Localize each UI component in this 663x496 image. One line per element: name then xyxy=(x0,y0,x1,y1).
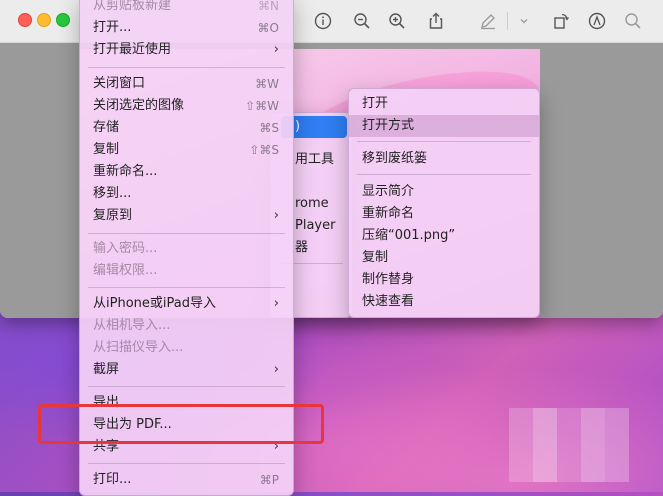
menu-shortcut: ⇧⌘S xyxy=(249,143,279,157)
markup-pen-icon[interactable] xyxy=(477,10,499,32)
menu-item-label: 截屏 xyxy=(93,362,120,377)
annotate-icon[interactable] xyxy=(586,10,608,32)
menu-item-screenshot[interactable]: 截屏 › xyxy=(80,359,293,381)
chevron-right-icon: › xyxy=(273,42,279,57)
menu-separator xyxy=(357,174,531,175)
menu-item-label: 存储 xyxy=(93,120,120,135)
menu-item-new-from-clipboard: 从剪贴板新建 ⌘N xyxy=(80,0,293,17)
file-context-menu: 打开 打开方式 移到废纸篓 显示简介 重新命名 压缩“001.png” 复制 制… xyxy=(348,88,540,318)
menu-item-open[interactable]: 打开... ⌘O xyxy=(80,17,293,39)
info-icon[interactable] xyxy=(312,10,334,32)
minimize-window-button[interactable] xyxy=(37,13,51,27)
menu-item-save[interactable]: 存储 ⌘S xyxy=(80,117,293,139)
menu-shortcut: ⌘N xyxy=(258,0,279,13)
menu-item-close-selected-image[interactable]: 关闭选定的图像 ⇧⌘W xyxy=(80,95,293,117)
zoom-out-icon[interactable] xyxy=(351,10,373,32)
menu-item-label: 关闭窗口 xyxy=(93,76,146,91)
menu-separator xyxy=(88,463,285,464)
menu-shortcut: ⇧⌘W xyxy=(245,99,279,113)
context-item-duplicate[interactable]: 复制 xyxy=(349,247,539,269)
menu-separator xyxy=(88,287,285,288)
menu-item-import-from-iphone[interactable]: 从iPhone或iPad导入 › xyxy=(80,293,293,315)
chevron-down-icon[interactable] xyxy=(513,10,535,32)
zoom-in-icon[interactable] xyxy=(386,10,408,32)
rotate-icon[interactable] xyxy=(550,10,572,32)
menu-item-label: 从剪贴板新建 xyxy=(93,0,172,13)
zoom-window-button[interactable] xyxy=(56,13,70,27)
annotation-highlight-box xyxy=(38,404,324,444)
menu-item-label: 复制 xyxy=(93,142,120,157)
menu-item-enter-password: 输入密码... xyxy=(80,238,293,260)
context-item-get-info[interactable]: 显示简介 xyxy=(349,181,539,203)
menu-item-label: 移到... xyxy=(93,186,132,201)
menu-item-label: 打开... xyxy=(93,20,132,35)
menu-item-close-window[interactable]: 关闭窗口 ⌘W xyxy=(80,73,293,95)
menu-shortcut: ⌘W xyxy=(255,77,279,91)
menu-separator xyxy=(88,67,285,68)
menu-item-label: 从iPhone或iPad导入 xyxy=(93,296,216,311)
menu-item-label: 从扫描仪导入... xyxy=(93,340,184,355)
menu-item-duplicate[interactable]: 复制 ⇧⌘S xyxy=(80,139,293,161)
menu-separator xyxy=(88,386,285,387)
menu-item-label: 打印... xyxy=(93,472,132,487)
menu-item-label: 复原到 xyxy=(93,208,133,223)
menu-item-label: 重新命名... xyxy=(93,164,158,179)
menu-shortcut: ⌘O xyxy=(257,21,279,35)
chevron-right-icon: › xyxy=(273,296,279,311)
chevron-right-icon: › xyxy=(273,362,279,377)
menu-item-import-from-scanner: 从扫描仪导入... xyxy=(80,337,293,359)
toolbar-separator xyxy=(507,12,508,30)
context-item-move-to-trash[interactable]: 移到废纸篓 xyxy=(349,148,539,170)
context-item-rename[interactable]: 重新命名 xyxy=(349,203,539,225)
watermark-mosaic xyxy=(509,408,629,482)
menu-item-print[interactable]: 打印... ⌘P xyxy=(80,469,293,491)
context-item-make-alias[interactable]: 制作替身 xyxy=(349,269,539,291)
menu-item-rename[interactable]: 重新命名... xyxy=(80,161,293,183)
menu-item-edit-permissions: 编辑权限... xyxy=(80,260,293,282)
menu-item-import-from-camera: 从相机导入... xyxy=(80,315,293,337)
menu-separator xyxy=(88,233,285,234)
menu-item-label: 编辑权限... xyxy=(93,263,158,278)
menu-shortcut: ⌘S xyxy=(259,121,279,135)
menu-item-label: 关闭选定的图像 xyxy=(93,98,185,113)
menu-separator xyxy=(357,141,531,142)
context-item-compress[interactable]: 压缩“001.png” xyxy=(349,225,539,247)
menu-item-label: 输入密码... xyxy=(93,241,158,256)
menu-item-label: 打开最近使用 xyxy=(93,42,172,57)
menu-item-label: 从相机导入... xyxy=(93,318,171,333)
context-item-open[interactable]: 打开 xyxy=(349,93,539,115)
context-item-open-with[interactable]: 打开方式 xyxy=(349,115,539,137)
menu-item-revert-to[interactable]: 复原到 › xyxy=(80,205,293,227)
context-item-quick-look[interactable]: 快速查看 xyxy=(349,291,539,313)
share-icon[interactable] xyxy=(425,10,447,32)
menu-shortcut: ⌘P xyxy=(259,473,279,487)
menu-item-move-to[interactable]: 移到... xyxy=(80,183,293,205)
close-window-button[interactable] xyxy=(18,13,32,27)
search-icon[interactable] xyxy=(622,10,644,32)
chevron-right-icon: › xyxy=(273,208,279,223)
menu-item-open-recent[interactable]: 打开最近使用 › xyxy=(80,39,293,61)
